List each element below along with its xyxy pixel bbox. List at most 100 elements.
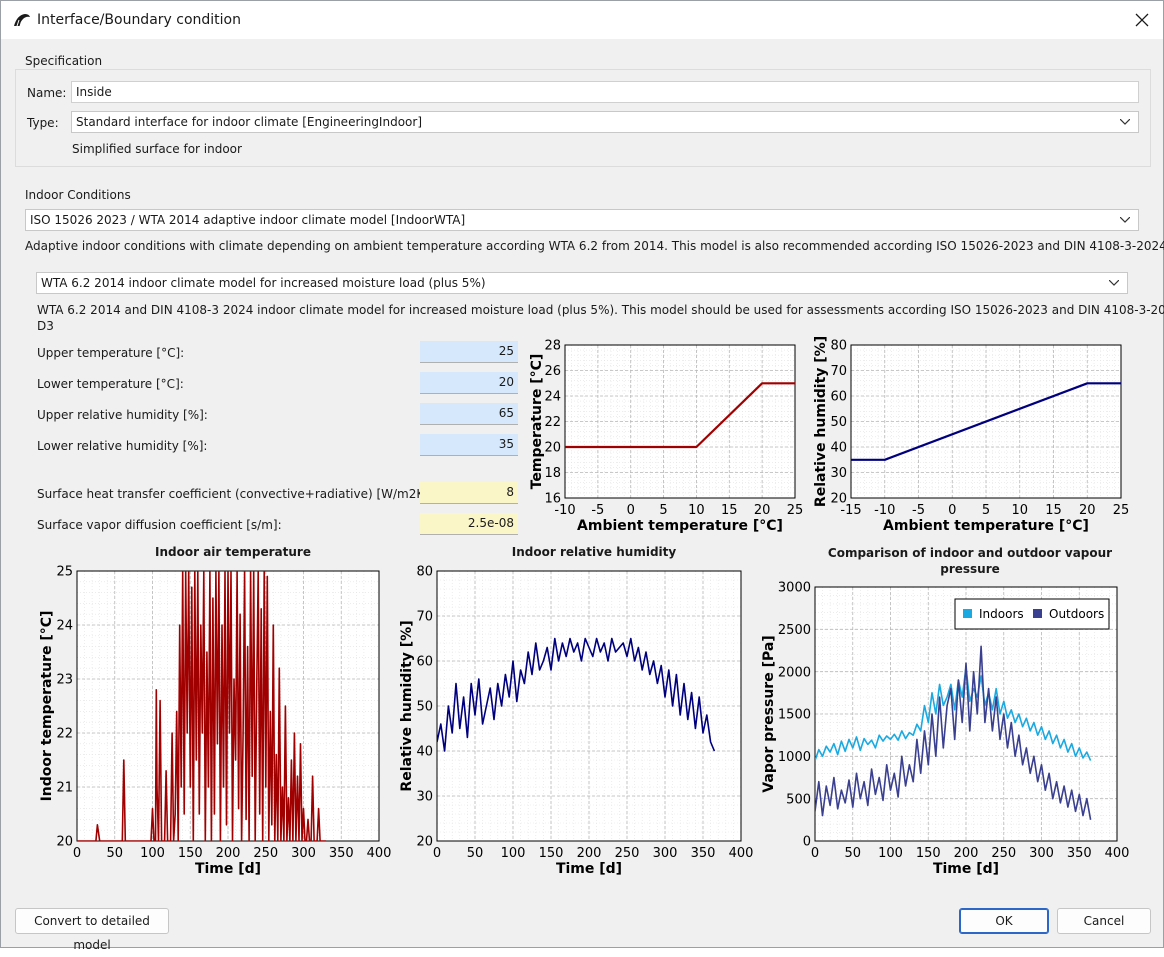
x-tick-label: 5	[982, 503, 990, 518]
chevron-down-icon	[1120, 217, 1130, 223]
lower-temperature-input[interactable]: 20	[420, 372, 518, 394]
x-axis-label: Ambient temperature [°C]	[883, 518, 1089, 534]
y-tick-label: 1500	[778, 708, 811, 723]
indoor-group-label: Indoor Conditions	[25, 188, 131, 202]
x-tick-label: 350	[691, 846, 716, 861]
y-axis-label: Temperature [°C]	[529, 354, 545, 490]
temperature-curve-chart: -10 -5 0 5 10 15 20 2516182022242628Ambient tem…	[529, 339, 803, 534]
x-tick-label: 0	[73, 846, 81, 861]
y-tick-label: 3000	[778, 581, 811, 596]
x-tick-label: 150	[539, 846, 564, 861]
x-tick-label: 150	[916, 846, 941, 861]
heat-transfer-input[interactable]: 8	[420, 482, 518, 504]
x-tick-label: 50	[467, 846, 484, 861]
y-tick-label: 70	[830, 364, 847, 379]
y-tick-label: 30	[830, 466, 847, 481]
legend-label: Indoors	[979, 607, 1024, 621]
y-tick-label: 20	[544, 441, 561, 456]
vapor-diffusion-input[interactable]: 2.5e-08	[420, 513, 518, 535]
app-wave-icon	[14, 14, 30, 27]
cancel-button[interactable]: Cancel	[1057, 908, 1151, 934]
close-button[interactable]	[1121, 1, 1163, 39]
y-tick-label: 22	[544, 415, 561, 430]
ok-button[interactable]: OK	[959, 908, 1049, 934]
x-tick-label: 200	[577, 846, 602, 861]
y-axis-label: Indoor temperature [°C]	[39, 611, 55, 802]
y-tick-label: 40	[830, 441, 847, 456]
y-tick-label: 18	[544, 466, 561, 481]
chevron-down-icon	[1120, 119, 1130, 125]
indoor-temperature-chart: 0 50 100 150 200 250 300 350 400 20 21 22 23 24 25 Time…	[39, 565, 391, 877]
indoor-submodel-value: WTA 6.2 2014 indoor climate model for in…	[41, 276, 486, 290]
type-description: Simplified surface for indoor	[72, 142, 242, 156]
x-tick-label: 100	[140, 846, 165, 861]
x-tick-label: 50	[844, 846, 861, 861]
indoor-model-value: ISO 15026 2023 / WTA 2014 adaptive indoo…	[30, 213, 466, 227]
y-tick-label: 28	[544, 339, 561, 354]
y-tick-label: 30	[416, 790, 433, 805]
upper-temperature-label: Upper temperature [°C]:	[37, 346, 185, 360]
indoor-humidity-chart-title: Indoor relative humidity	[511, 545, 677, 559]
y-tick-label: 22	[56, 727, 73, 742]
x-tick-label: 20	[754, 503, 771, 518]
x-tick-label: 250	[253, 846, 278, 861]
close-icon	[1135, 13, 1149, 27]
y-tick-label: 50	[830, 415, 847, 430]
y-tick-label: 24	[56, 619, 73, 634]
x-tick-label: -5	[912, 503, 925, 518]
x-axis-label: Time [d]	[195, 861, 261, 877]
legend-swatch	[963, 609, 972, 618]
y-tick-label: 23	[56, 673, 73, 688]
y-tick-label: 26	[544, 364, 561, 379]
x-tick-label: 250	[615, 846, 640, 861]
y-tick-label: 50	[416, 700, 433, 715]
y-tick-label: 25	[56, 565, 73, 580]
y-tick-label: 0	[803, 835, 811, 850]
humidity-curve-chart: -15 -10 -5 0 5 10 15 20 2520304050607080Ambient …	[813, 337, 1129, 534]
vapour-pressure-chart: 0 50 100 150 200 250 300 350 400 0 500 1000 1500 2000…	[761, 581, 1130, 877]
x-axis-label: Time [d]	[933, 861, 999, 877]
chevron-down-icon	[1109, 280, 1119, 286]
convert-to-detailed-model-button[interactable]: Convert to detailed model	[15, 908, 169, 952]
x-tick-label: 400	[729, 846, 754, 861]
y-tick-label: 21	[56, 781, 73, 796]
x-tick-label: 300	[653, 846, 678, 861]
x-tick-label: 150	[178, 846, 203, 861]
lower-temperature-label: Lower temperature [°C]:	[37, 377, 184, 391]
x-tick-label: 100	[878, 846, 903, 861]
y-tick-label: 16	[544, 492, 561, 507]
x-tick-label: 200	[954, 846, 979, 861]
title-bar: Interface/Boundary condition	[1, 1, 1163, 39]
x-tick-label: 400	[1105, 846, 1130, 861]
name-label: Name:	[27, 86, 67, 100]
y-tick-label: 40	[416, 745, 433, 760]
upper-humidity-input[interactable]: 65	[420, 403, 518, 425]
y-tick-label: 20	[56, 835, 73, 850]
y-tick-label: 2000	[778, 665, 811, 680]
type-select[interactable]: Standard interface for indoor climate [E…	[71, 111, 1139, 133]
indoor-submodel-select[interactable]: WTA 6.2 2014 indoor climate model for in…	[36, 272, 1128, 294]
name-input[interactable]: Inside	[71, 81, 1139, 103]
indoor-model-description: Adaptive indoor conditions with climate …	[25, 239, 1164, 253]
vapor-diffusion-label: Surface vapor diffusion coefficient [s/m…	[37, 518, 282, 532]
y-tick-label: 24	[544, 390, 561, 405]
upper-humidity-label: Upper relative humidity [%]:	[37, 408, 208, 422]
chart-legend: Indoors Outdoors	[954, 598, 1110, 630]
indoor-model-select[interactable]: ISO 15026 2023 / WTA 2014 adaptive indoo…	[25, 209, 1139, 231]
window-title: Interface/Boundary condition	[37, 12, 241, 28]
x-tick-label: 200	[216, 846, 241, 861]
lower-humidity-input[interactable]: 35	[420, 434, 518, 456]
indoor-humidity-chart: 0 50 100 150 200 250 300 350 400 20 30 40 50 60 70 80 Ti…	[399, 565, 754, 877]
y-tick-label: 2500	[778, 623, 811, 638]
upper-temperature-input[interactable]: 25	[420, 341, 518, 363]
y-tick-label: 80	[830, 339, 847, 354]
x-axis-label: Time [d]	[556, 861, 622, 877]
y-tick-label: 60	[830, 390, 847, 405]
y-tick-label: 1000	[778, 750, 811, 765]
lower-humidity-label: Lower relative humidity [%]:	[37, 439, 208, 453]
indoor-temperature-chart-title: Indoor air temperature	[155, 545, 311, 559]
x-tick-label: 300	[291, 846, 316, 861]
x-tick-label: 20	[1079, 503, 1096, 518]
indoor-submodel-description-line2: D3	[37, 319, 54, 333]
legend-label: Outdoors	[1049, 607, 1104, 621]
